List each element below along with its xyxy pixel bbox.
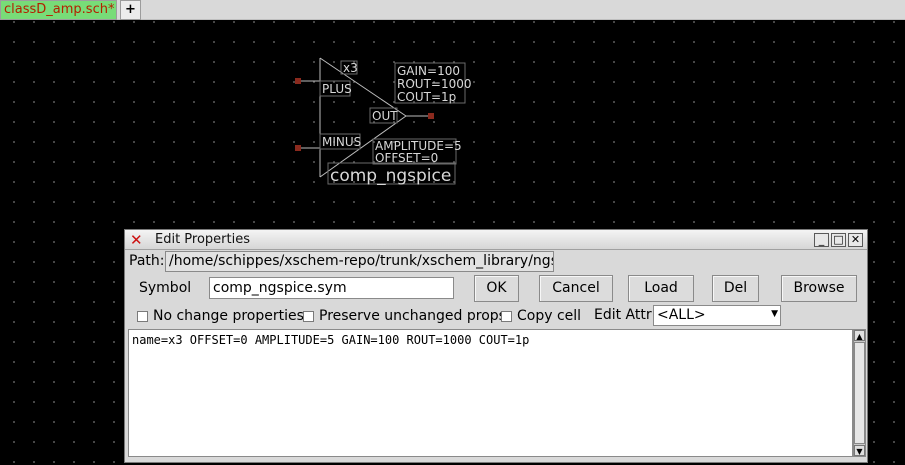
close-button[interactable]: ✕ (848, 233, 863, 247)
xschem-x-icon: ✕ (130, 231, 143, 249)
dialog-titlebar[interactable]: ✕ Edit Properties _ □ ✕ (125, 230, 867, 250)
browse-button[interactable]: Browse (781, 275, 857, 302)
no-change-properties-option[interactable]: No change properties (137, 307, 304, 325)
maximize-button[interactable]: □ (831, 233, 846, 247)
copy-cell-option[interactable]: Copy cell (501, 307, 581, 325)
scroll-up-icon[interactable]: ▲ (854, 330, 865, 341)
add-tab-button[interactable]: + (120, 0, 141, 20)
param-rout: ROUT=1000 (397, 77, 472, 91)
preserve-unchanged-label: Preserve unchanged props (319, 308, 506, 324)
minus-pin[interactable] (295, 145, 301, 151)
del-button[interactable]: Del (712, 275, 759, 302)
no-change-properties-label: No change properties (153, 308, 304, 324)
copy-cell-label: Copy cell (517, 308, 582, 324)
properties-text-area[interactable]: name=x3 OFFSET=0 AMPLITUDE=5 GAIN=100 RO… (128, 329, 853, 457)
edit-attr-value: <ALL> (657, 307, 706, 323)
minus-label: MINUS (322, 135, 361, 149)
edit-attr-label: Edit Attr: (594, 307, 657, 323)
cancel-button[interactable]: Cancel (539, 275, 613, 302)
path-field[interactable]: /home/schippes/xschem-repo/trunk/xschem_… (165, 251, 554, 272)
load-button[interactable]: Load (628, 275, 694, 302)
symbol-input[interactable] (209, 277, 454, 299)
no-change-properties-checkbox[interactable] (137, 310, 148, 322)
scroll-down-icon[interactable]: ▼ (854, 445, 865, 456)
minimize-button[interactable]: _ (814, 233, 829, 247)
preserve-unchanged-checkbox[interactable] (303, 310, 314, 322)
preserve-unchanged-option[interactable]: Preserve unchanged props (303, 307, 506, 325)
scroll-thumb[interactable] (854, 342, 865, 444)
plus-label: PLUS (322, 82, 352, 96)
param-cout: COUT=1p (397, 90, 456, 104)
out-label: OUT (372, 109, 398, 123)
dropdown-arrow-icon[interactable]: ▼ (771, 309, 778, 319)
edit-attr-select[interactable]: <ALL> ▼ (653, 305, 781, 326)
tab-bar: classD_amp.sch* + (0, 0, 905, 20)
ok-button[interactable]: OK (474, 275, 519, 302)
edit-properties-dialog: ✕ Edit Properties _ □ ✕ Path: /home/schi… (124, 229, 868, 463)
instance-label: x3 (343, 61, 358, 75)
copy-cell-checkbox[interactable] (501, 310, 512, 322)
cell-name: comp_ngspice (330, 166, 451, 186)
comp-ngspice-symbol[interactable]: x3 PLUS MINUS OUT GAIN=100 ROUT=1000 COU… (0, 20, 905, 220)
dialog-title: Edit Properties (155, 232, 251, 247)
vertical-scrollbar[interactable]: ▲ ▼ (853, 329, 866, 457)
tab-classd-amp[interactable]: classD_amp.sch* (0, 0, 117, 20)
param-gain: GAIN=100 (397, 64, 460, 78)
plus-pin[interactable] (295, 78, 301, 84)
path-label: Path: (129, 253, 165, 269)
symbol-label: Symbol (139, 280, 192, 296)
out-pin[interactable] (428, 113, 434, 119)
